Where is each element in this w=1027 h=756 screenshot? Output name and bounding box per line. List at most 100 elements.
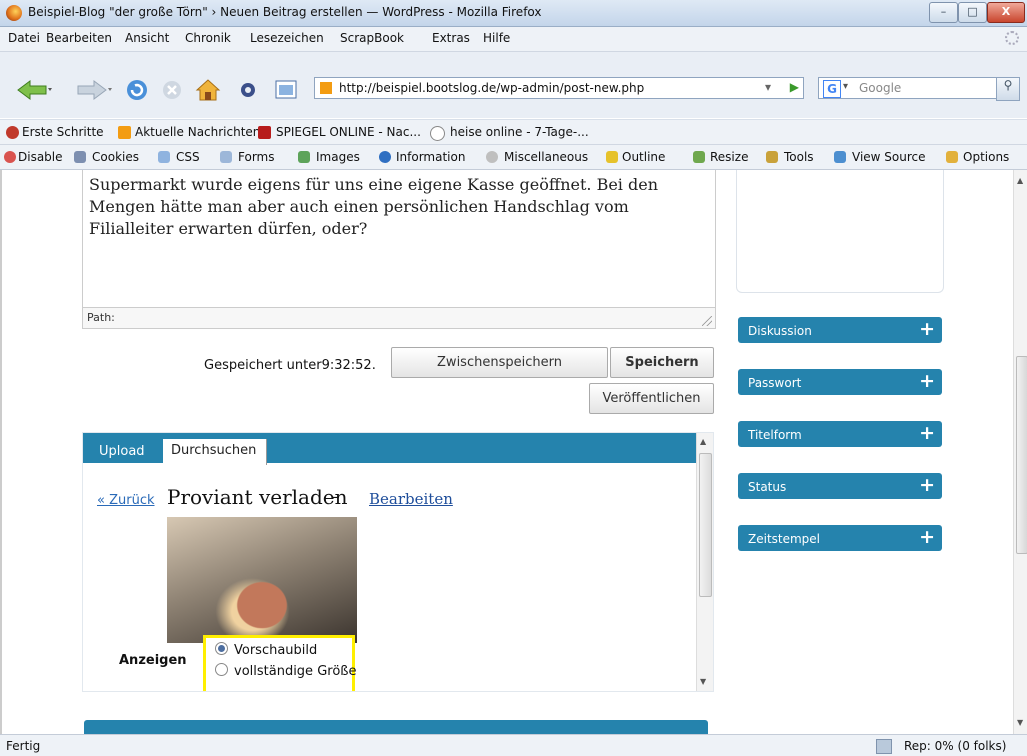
options-icon (946, 151, 958, 163)
expand-plus-icon[interactable]: + (919, 474, 935, 496)
sidebar-label-status: Status (748, 480, 787, 494)
expand-plus-icon[interactable]: + (919, 526, 935, 548)
back-arrow-icon[interactable] (16, 78, 52, 102)
search-placeholder: Google (859, 81, 902, 95)
back-link[interactable]: « Zurück (97, 493, 155, 508)
throbber-icon (1005, 31, 1019, 45)
option-thumbnail[interactable]: Vorschaubild (215, 642, 317, 658)
menu-datei[interactable]: Datei (8, 31, 40, 45)
title-separator: – (331, 487, 340, 507)
home-icon[interactable] (195, 78, 221, 102)
wd-disable-menu[interactable]: Disable (18, 150, 63, 164)
sidebar-label-titelform: Titelform (748, 428, 802, 442)
sidebar-box-diskussion[interactable]: Diskussion + (738, 317, 942, 343)
expand-plus-icon[interactable]: + (919, 318, 935, 340)
bookmarks-toolbar: Erste Schritte Aktuelle Nachrichten SPIE… (0, 119, 1027, 145)
page-scrollbar[interactable]: ▲ ▼ (1013, 170, 1027, 734)
bookmark-heise-online[interactable]: heise online - 7-Tage-... (450, 125, 589, 139)
close-window-button[interactable]: X (987, 2, 1025, 23)
editor-text[interactable]: Supermarkt wurde eigens für uns eine eig… (89, 174, 709, 240)
sidebar-box-passwort[interactable]: Passwort + (738, 369, 942, 395)
reputation-icon[interactable] (876, 739, 892, 754)
rss-icon (118, 126, 131, 139)
radio-unselected-icon[interactable] (215, 663, 228, 676)
bookmark-erste-schritte[interactable]: Erste Schritte (22, 125, 104, 139)
menu-bar: Datei Bearbeiten Ansicht Chronik Lesezei… (0, 27, 1027, 52)
status-text: Fertig (6, 739, 41, 753)
media-scrollbar[interactable]: ▲ ▼ (696, 433, 713, 691)
wd-forms-menu[interactable]: Forms (238, 150, 274, 164)
wd-view-source-menu[interactable]: View Source (852, 150, 926, 164)
wd-outline-menu[interactable]: Outline (622, 150, 665, 164)
media-title: Proviant verladen (167, 485, 348, 509)
expand-plus-icon[interactable]: + (919, 370, 935, 392)
radio-selected-icon[interactable] (215, 642, 228, 655)
menu-chronik[interactable]: Chronik (185, 31, 231, 45)
next-panel-header[interactable] (84, 720, 708, 734)
sidebar-box-titelform[interactable]: Titelform + (738, 421, 942, 447)
wd-cookies-menu[interactable]: Cookies (92, 150, 139, 164)
sidebar-box-status[interactable]: Status + (738, 473, 942, 499)
minimize-button[interactable]: – (929, 2, 958, 23)
save-draft-button[interactable]: Zwischenspeichern (391, 347, 608, 378)
display-label: Anzeigen (119, 653, 187, 668)
wd-resize-menu[interactable]: Resize (710, 150, 748, 164)
media-scroll-thumb[interactable] (699, 453, 712, 597)
cookies-icon (74, 151, 86, 163)
scrapbook-gear-icon[interactable] (235, 78, 261, 102)
images-icon (298, 151, 310, 163)
forward-arrow-icon[interactable] (76, 78, 112, 102)
sidebar-box-zeitstempel[interactable]: Zeitstempel + (738, 525, 942, 551)
wd-options-menu[interactable]: Options (963, 150, 1009, 164)
scroll-down-icon[interactable]: ▼ (700, 677, 706, 686)
menu-bearbeiten[interactable]: Bearbeiten (46, 31, 112, 45)
menu-hilfe[interactable]: Hilfe (483, 31, 510, 45)
wd-images-menu[interactable]: Images (316, 150, 360, 164)
stop-icon[interactable] (160, 78, 184, 102)
display-options-highlight: Vorschaubild vollständige Größe (203, 635, 356, 691)
option-full-size[interactable]: vollständige Größe (215, 663, 356, 679)
menu-ansicht[interactable]: Ansicht (125, 31, 169, 45)
miscellaneous-icon (486, 151, 498, 163)
menu-lesezeichen[interactable]: Lesezeichen (250, 31, 324, 45)
google-engine-icon[interactable]: G (823, 80, 841, 98)
search-icon[interactable]: ⚲ (996, 77, 1020, 101)
reload-icon[interactable] (125, 78, 151, 102)
bookmark-aktuelle-nachrichten[interactable]: Aktuelle Nachrichten (135, 125, 260, 139)
post-editor[interactable]: Supermarkt wurde eigens für uns eine eig… (82, 170, 716, 309)
edit-link[interactable]: Bearbeiten (369, 490, 453, 508)
maximize-button[interactable]: □ (958, 2, 987, 23)
scroll-down-icon[interactable]: ▼ (1017, 718, 1023, 727)
url-text: http://beispiel.bootslog.de/wp-admin/pos… (339, 81, 645, 95)
option-thumbnail-label: Vorschaubild (234, 643, 318, 658)
wd-information-menu[interactable]: Information (396, 150, 465, 164)
tab-browse[interactable]: Durchsuchen (163, 439, 267, 465)
url-dropdown-icon[interactable]: ▾ (765, 80, 771, 94)
outline-icon (606, 151, 618, 163)
heise-icon (430, 126, 445, 141)
url-bar[interactable]: http://beispiel.bootslog.de/wp-admin/pos… (314, 77, 804, 99)
menu-extras[interactable]: Extras (432, 31, 470, 45)
save-button[interactable]: Speichern (610, 347, 714, 378)
menu-scrapbook[interactable]: ScrapBook (340, 31, 404, 45)
resize-grip-icon[interactable] (702, 316, 712, 326)
engine-dropdown-icon[interactable]: ▾ (843, 81, 848, 92)
wd-tools-menu[interactable]: Tools (784, 150, 814, 164)
wd-css-menu[interactable]: CSS (176, 150, 200, 164)
go-arrow-icon[interactable]: ▶ (790, 80, 799, 94)
expand-plus-icon[interactable]: + (919, 422, 935, 444)
screenshot-icon[interactable] (274, 78, 298, 102)
media-tabs: Upload Durchsuchen (83, 433, 713, 465)
scroll-up-icon[interactable]: ▲ (700, 437, 706, 446)
wd-miscellaneous-menu[interactable]: Miscellaneous (504, 150, 588, 164)
publish-button[interactable]: Veröffentlichen (589, 383, 714, 414)
page-scroll-thumb[interactable] (1016, 356, 1027, 554)
sidebar-label-passwort: Passwort (748, 376, 802, 390)
search-box[interactable]: G ▾ Google ⚲ (818, 77, 1020, 101)
tab-upload[interactable]: Upload (99, 444, 145, 459)
autosave-status: Gespeichert unter9:32:52. (204, 358, 376, 373)
bookmark-spiegel-online[interactable]: SPIEGEL ONLINE - Nac... (276, 125, 421, 139)
status-bar: Fertig Rep: 0% (0 folks) (0, 734, 1027, 756)
forms-icon (220, 151, 232, 163)
scroll-up-icon[interactable]: ▲ (1017, 176, 1023, 185)
